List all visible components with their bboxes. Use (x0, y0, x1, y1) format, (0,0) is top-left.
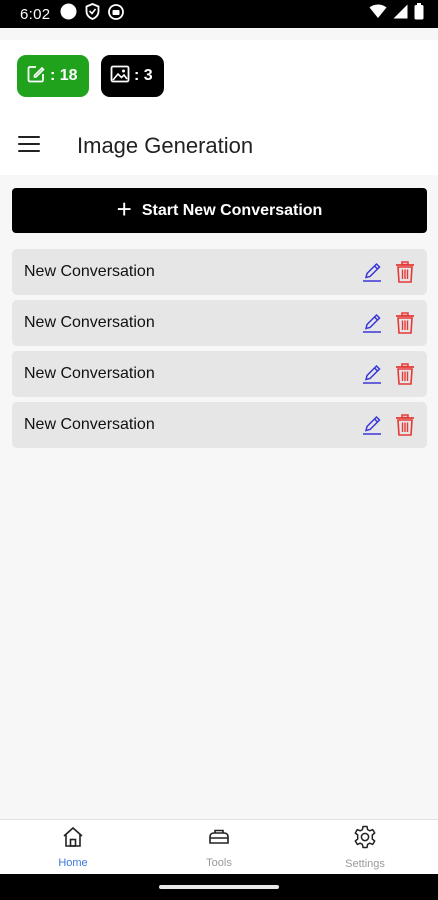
delete-trash-icon[interactable] (395, 363, 415, 385)
conversation-label: New Conversation (24, 263, 155, 280)
nav-item-tools[interactable]: Tools (146, 820, 292, 874)
toolbox-icon (207, 825, 231, 854)
bottom-navigation: Home Tools Settings (0, 819, 438, 874)
image-icon (110, 65, 130, 88)
nav-item-settings[interactable]: Settings (292, 820, 438, 874)
battery-icon (414, 3, 424, 25)
nav-label-settings: Settings (345, 858, 385, 870)
start-new-conversation-label: Start New Conversation (141, 201, 323, 219)
signal-icon (393, 4, 408, 24)
app-notification-icon (108, 3, 125, 25)
edit-square-icon (26, 64, 46, 89)
conversation-item[interactable]: New Conversation (12, 249, 427, 295)
home-icon (61, 825, 85, 854)
shield-icon (85, 3, 100, 25)
plus-icon: + (116, 194, 132, 224)
header: : 18 : 3 Image Generation (0, 40, 438, 175)
conversation-item[interactable]: New Conversation (12, 300, 427, 346)
edit-pencil-icon[interactable] (361, 363, 383, 385)
delete-trash-icon[interactable] (395, 312, 415, 334)
edit-pencil-icon[interactable] (361, 414, 383, 436)
text-credits-count: : 18 (50, 67, 78, 84)
delete-trash-icon[interactable] (395, 414, 415, 436)
conversation-label: New Conversation (24, 314, 155, 331)
text-credits-badge: : 18 (17, 55, 89, 97)
wifi-icon (369, 4, 387, 24)
status-notification-icons (60, 3, 125, 25)
start-new-conversation-button[interactable]: + Start New Conversation (12, 188, 427, 233)
home-gesture-handle[interactable] (159, 885, 279, 889)
edit-pencil-icon[interactable] (361, 261, 383, 283)
page-title: Image Generation (77, 133, 254, 158)
status-system-icons (369, 3, 424, 25)
system-gesture-bar (0, 874, 438, 900)
conversation-label: New Conversation (24, 416, 155, 433)
conversation-list: New Conversation New Conversation New Co… (12, 249, 427, 453)
hamburger-menu-icon[interactable] (18, 136, 40, 152)
circle-notification-icon (60, 3, 77, 25)
delete-trash-icon[interactable] (395, 261, 415, 283)
image-credits-count: : 3 (134, 67, 153, 84)
conversation-item[interactable]: New Conversation (12, 402, 427, 448)
image-credits-badge: : 3 (101, 55, 164, 97)
status-time: 6:02 (20, 5, 51, 23)
usage-badges: : 18 : 3 (17, 55, 164, 97)
conversation-item[interactable]: New Conversation (12, 351, 427, 397)
edit-pencil-icon[interactable] (361, 312, 383, 334)
status-bar: 6:02 (0, 0, 438, 28)
nav-label-tools: Tools (206, 857, 232, 869)
gear-icon (352, 824, 378, 855)
nav-label-home: Home (58, 857, 88, 869)
conversation-label: New Conversation (24, 365, 155, 382)
nav-item-home[interactable]: Home (0, 820, 146, 874)
